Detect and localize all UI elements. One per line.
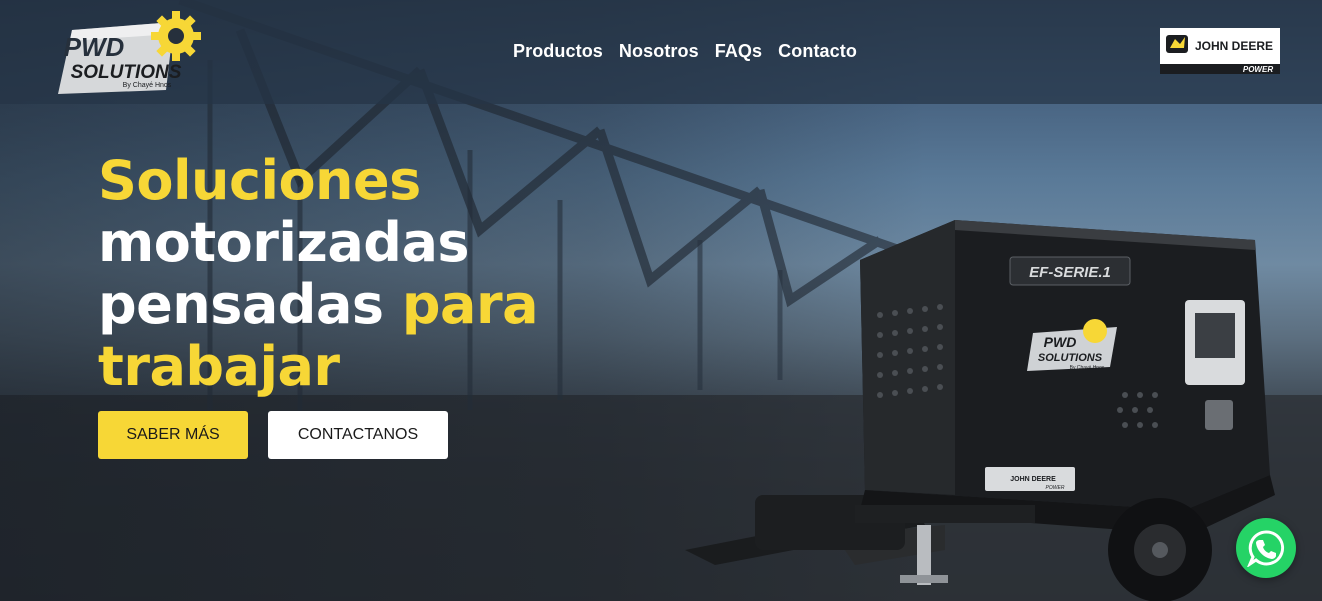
- logo-line1: PWD: [64, 32, 125, 62]
- hero-headline: Soluciones motorizadas pensadas para tra…: [98, 150, 598, 398]
- product-deere-sub: POWER: [1046, 485, 1065, 491]
- jd-logo-sub: POWER: [1243, 65, 1273, 74]
- logo-line2: SOLUTIONS: [71, 62, 182, 83]
- product-model-plate: EF-SERIE.1: [1029, 264, 1111, 281]
- jd-logo-text: JOHN DEERE: [1195, 39, 1273, 53]
- generator-trailer-image: EF-SERIE.1 PWD SOLUTIONS By Chayé Hnos J…: [685, 220, 1275, 601]
- whatsapp-icon: [1247, 530, 1285, 567]
- pwd-solutions-logo[interactable]: PWD SOLUTIONS By Chayé Hnos: [54, 8, 210, 98]
- deer-icon: [1166, 35, 1188, 53]
- headline-line2: motorizadas: [98, 211, 470, 274]
- nav-item-nosotros[interactable]: Nosotros: [619, 41, 699, 62]
- contactanos-button[interactable]: CONTACTANOS: [268, 411, 448, 459]
- headline-line1: Soluciones: [98, 149, 421, 212]
- john-deere-power-logo[interactable]: JOHN DEERE POWER: [1158, 26, 1282, 76]
- saber-mas-button[interactable]: SABER MÁS: [98, 411, 248, 459]
- headline-line3a: pensadas: [98, 273, 384, 336]
- product-logo-tagline: By Chayé Hnos: [1070, 365, 1105, 371]
- headline-line3b: para: [401, 273, 539, 336]
- nav-item-contacto[interactable]: Contacto: [778, 41, 857, 62]
- product-logo-line2: SOLUTIONS: [1038, 352, 1103, 364]
- product-logo-line1: PWD: [1044, 334, 1077, 350]
- nav-item-faqs[interactable]: FAQs: [715, 41, 762, 62]
- nav-item-productos[interactable]: Productos: [513, 41, 603, 62]
- site-header: PWD SOLUTIONS By Chayé Hnos Productos No…: [0, 0, 1322, 104]
- product-deere-text: JOHN DEERE: [1010, 476, 1056, 483]
- headline-line4: trabajar: [98, 335, 340, 398]
- main-nav: Productos Nosotros FAQs Contacto: [513, 41, 857, 62]
- logo-tagline: By Chayé Hnos: [123, 82, 172, 89]
- whatsapp-chat-button[interactable]: [1236, 518, 1296, 578]
